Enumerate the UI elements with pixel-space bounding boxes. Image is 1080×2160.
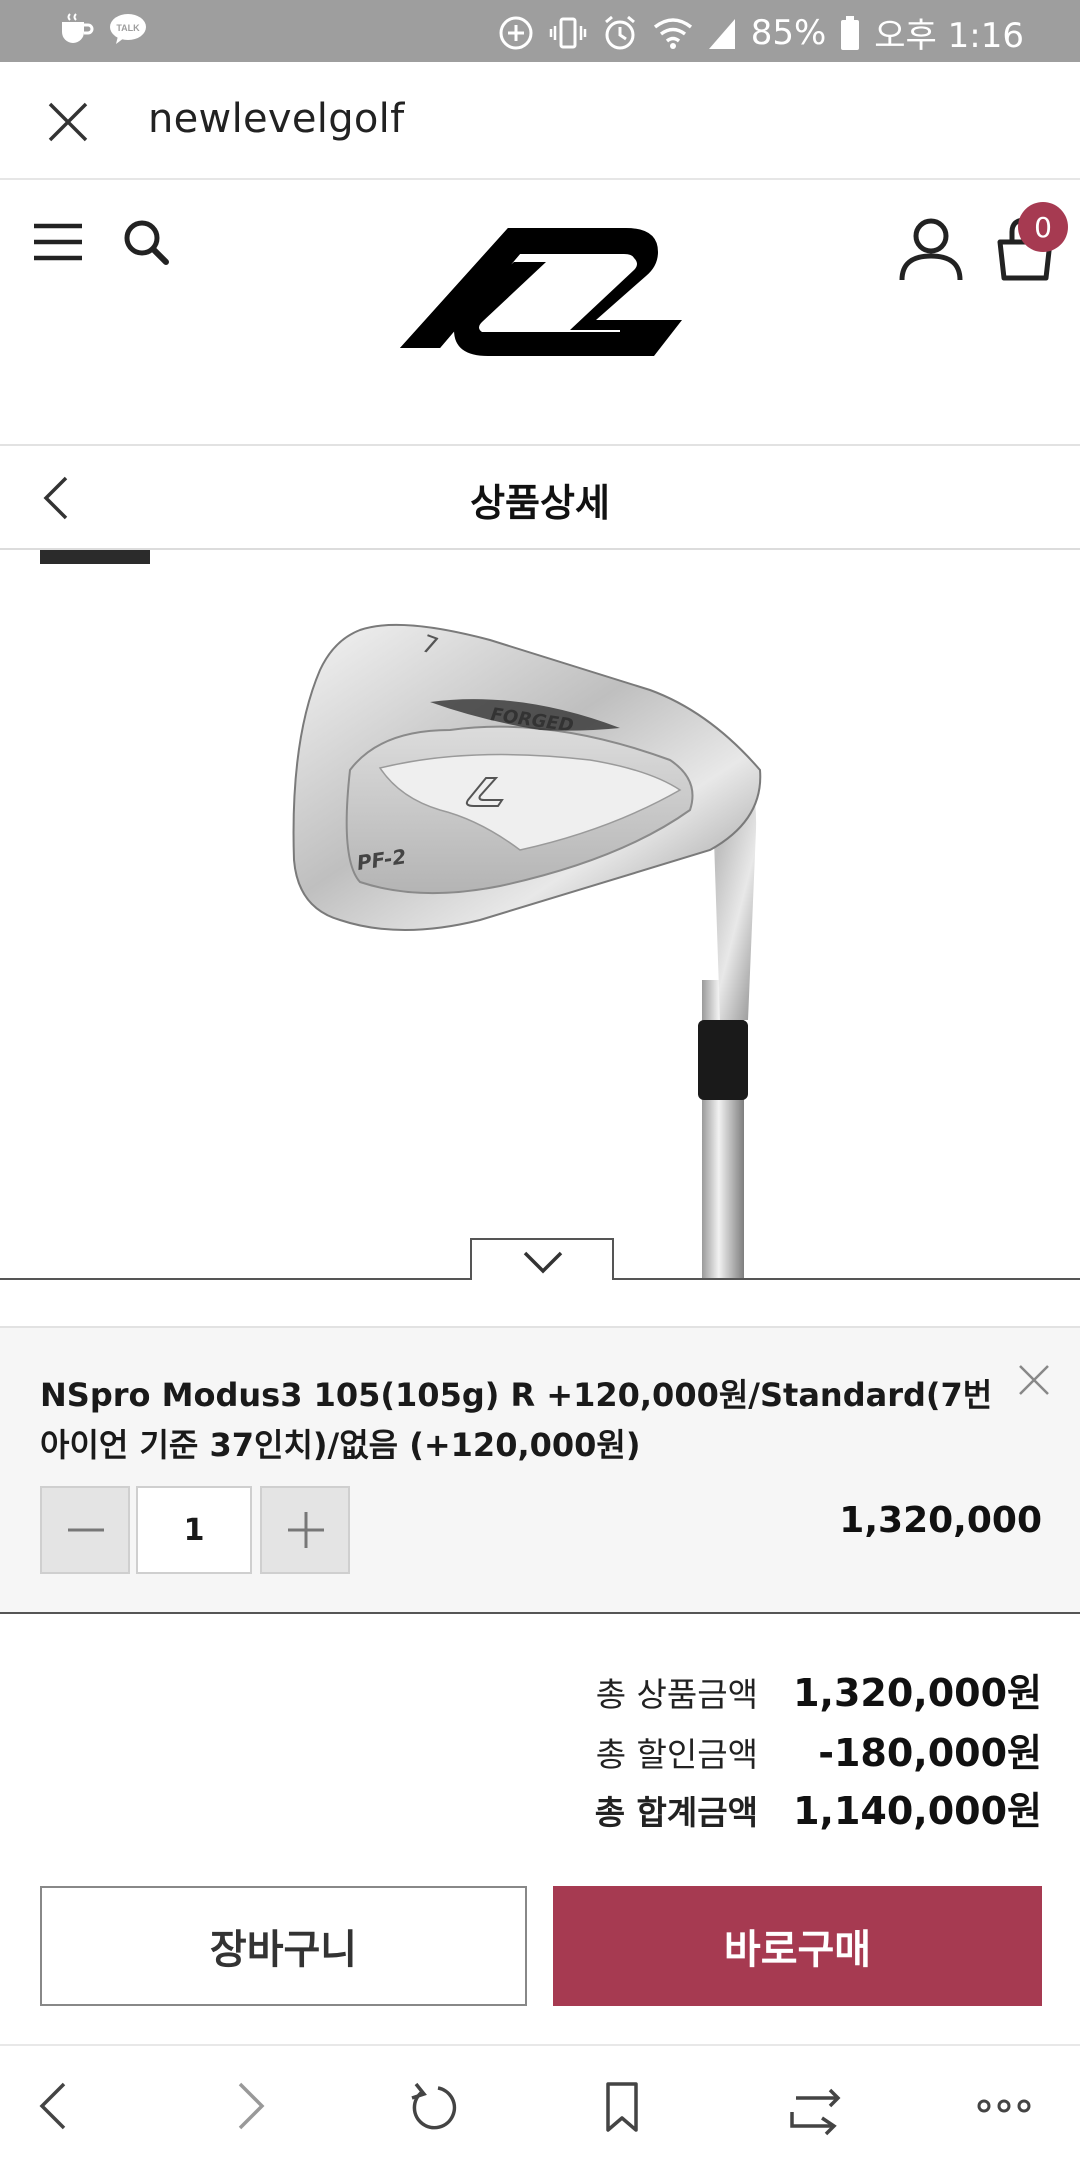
option-price: 1,320,000	[839, 1500, 1042, 1541]
battery-percent: 85%	[750, 12, 827, 53]
browser-refresh-button[interactable]	[402, 2076, 462, 2136]
total-value: 1,140,000원	[793, 1789, 1042, 1833]
quantity-input[interactable]: 1	[136, 1486, 252, 1574]
option-description: NSpro Modus3 105(105g) R +120,000원/Stand…	[40, 1376, 993, 1464]
browser-url-bar: newlevelgolf	[0, 62, 1080, 180]
clock: 오후 1:16	[874, 16, 1024, 56]
page-title: 상품상세	[470, 481, 610, 525]
product-image-area: FORGED PF-2 7	[0, 550, 1080, 1280]
forward-icon	[238, 2082, 265, 2130]
wifi-icon	[653, 17, 692, 49]
notification-icons: TALK	[58, 12, 148, 46]
selected-option-panel: NSpro Modus3 105(105g) R +120,000원/Stand…	[0, 1326, 1080, 1614]
grand-total-row: 총 합계금액 1,140,000원	[0, 1780, 1080, 1840]
browser-bottom-toolbar	[0, 2044, 1080, 2160]
site-header: 0	[0, 180, 1080, 446]
chevron-down-icon	[523, 1251, 563, 1274]
page-title-bar: 상품상세	[0, 446, 1080, 550]
browser-back-button[interactable]	[26, 2076, 86, 2136]
battery-icon	[841, 15, 860, 50]
newlevel-logo[interactable]	[400, 226, 682, 358]
product-image[interactable]: FORGED PF-2 7	[290, 620, 810, 1280]
browser-bookmark-button[interactable]	[592, 2076, 652, 2136]
status-bar: TALK 85% 오후 1:16	[0, 0, 1080, 62]
plus-icon	[288, 1512, 324, 1548]
total-label: 총 할인금액	[595, 1735, 758, 1774]
tabs-icon	[790, 2088, 841, 2136]
image-tab-indicator	[40, 550, 150, 564]
svg-text:TALK: TALK	[116, 23, 140, 33]
browser-more-button[interactable]	[974, 2076, 1034, 2136]
signal-icon	[708, 18, 735, 49]
status-icons: 85% 오후 1:16	[497, 8, 1024, 57]
total-discount-row: 총 할인금액 -180,000원	[0, 1722, 1080, 1782]
vibrate-icon	[549, 17, 586, 48]
data-saver-icon	[499, 16, 533, 49]
total-value: -180,000원	[818, 1731, 1042, 1775]
more-icon	[977, 2099, 1031, 2113]
total-product-amount-row: 총 상품금액 1,320,000원	[0, 1662, 1080, 1722]
remove-option-icon[interactable]	[1016, 1362, 1052, 1398]
total-label: 총 상품금액	[595, 1675, 758, 1714]
close-icon[interactable]	[44, 98, 92, 146]
refresh-icon	[411, 2082, 457, 2130]
buy-now-button[interactable]: 바로구매	[553, 1886, 1042, 2006]
total-value: 1,320,000원	[793, 1671, 1042, 1715]
browser-tabs-button[interactable]	[786, 2076, 846, 2136]
url-title[interactable]: newlevelgolf	[148, 96, 404, 142]
quantity-increase-button[interactable]	[260, 1486, 350, 1574]
browser-forward-button[interactable]	[218, 2076, 278, 2136]
option-toggle-button[interactable]	[470, 1238, 614, 1280]
minus-icon	[68, 1528, 104, 1532]
total-label: 총 합계금액	[594, 1793, 758, 1832]
cart-count-badge[interactable]: 0	[1018, 202, 1068, 252]
user-account-icon[interactable]	[898, 216, 964, 282]
bookmark-icon	[606, 2082, 638, 2132]
quantity-decrease-button[interactable]	[40, 1486, 130, 1574]
search-icon[interactable]	[120, 216, 172, 268]
add-to-cart-button[interactable]: 장바구니	[40, 1886, 527, 2006]
hamburger-menu-icon[interactable]	[32, 220, 84, 264]
back-icon	[39, 2082, 66, 2130]
kakaotalk-icon: TALK	[110, 14, 146, 44]
alarm-icon	[604, 15, 635, 49]
coffee-icon	[62, 13, 94, 43]
